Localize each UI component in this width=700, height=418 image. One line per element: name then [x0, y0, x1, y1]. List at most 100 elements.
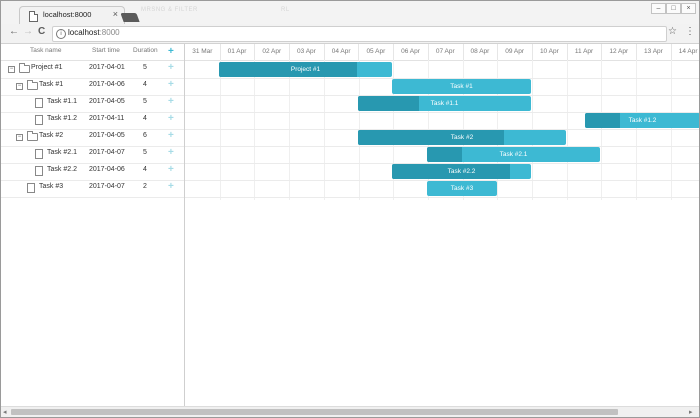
scroll-right-icon[interactable]: ▸: [689, 408, 693, 416]
grid-header: Task name Start time Duration +: [1, 44, 184, 61]
title-bar: localhost:8000 × MRSNG & FILTER RL – □ ×: [1, 1, 699, 25]
close-window-button[interactable]: ×: [681, 3, 696, 14]
scroll-left-icon[interactable]: ◂: [3, 408, 7, 416]
header-task-name[interactable]: Task name: [30, 47, 61, 54]
bookmark-star-icon[interactable]: ☆: [668, 26, 677, 37]
task-row[interactable]: − Task #1 2017-04-06 4 +: [1, 78, 184, 96]
task-duration: 4: [143, 115, 147, 122]
add-subtask-icon[interactable]: +: [168, 130, 174, 141]
maximize-button[interactable]: □: [666, 3, 681, 14]
add-subtask-icon[interactable]: +: [168, 164, 174, 175]
minimize-button[interactable]: –: [651, 3, 666, 14]
file-icon: [35, 98, 43, 108]
timeline-row: Task #1.1: [185, 95, 699, 113]
task-row[interactable]: − Project #1 2017-04-01 5 +: [1, 61, 184, 79]
address-bar[interactable]: i localhost:8000: [52, 26, 667, 42]
task-duration: 5: [143, 64, 147, 71]
info-icon[interactable]: i: [56, 29, 66, 39]
tab-title: localhost:8000: [43, 10, 92, 19]
scale-date: 01 Apr: [220, 44, 256, 60]
task-bar-label: Task #2: [450, 134, 474, 141]
collapse-toggle-icon[interactable]: −: [16, 134, 23, 141]
timeline-row: Task #1: [185, 78, 699, 96]
task-duration: 4: [143, 81, 147, 88]
task-bar-label: Task #2.1: [499, 151, 528, 158]
timeline: 31 Mar 01 Apr 02 Apr 03 Apr 04 Apr 05 Apr 06 A…: [185, 44, 699, 406]
scale-date: 04 Apr: [324, 44, 360, 60]
new-tab-button[interactable]: [120, 13, 140, 22]
task-bar[interactable]: Task #2: [358, 130, 566, 145]
collapse-toggle-icon[interactable]: −: [16, 83, 23, 90]
page-icon: [29, 11, 38, 22]
horizontal-scrollbar[interactable]: ◂ ▸: [1, 406, 699, 417]
header-duration[interactable]: Duration: [133, 47, 158, 54]
timeline-row: Task #2.1: [185, 146, 699, 164]
reload-icon[interactable]: C: [38, 26, 45, 37]
back-arrow-icon[interactable]: ←: [9, 26, 19, 37]
task-duration: 5: [143, 149, 147, 156]
header-start-time[interactable]: Start time: [92, 47, 120, 54]
task-grid: Task name Start time Duration + − Project…: [1, 44, 185, 406]
task-bar[interactable]: Task #1.2: [585, 113, 699, 128]
task-name: Project #1: [31, 64, 63, 71]
scrollbar-thumb[interactable]: [11, 409, 618, 415]
task-name: Task #2.2: [47, 166, 77, 173]
task-bar[interactable]: Task #1: [392, 79, 531, 94]
timeline-scale: 31 Mar 01 Apr 02 Apr 03 Apr 04 Apr 05 Apr 06 A…: [185, 44, 699, 61]
task-duration: 4: [143, 166, 147, 173]
task-bar[interactable]: Task #2.2: [392, 164, 531, 179]
timeline-row: Task #3: [185, 180, 699, 198]
task-start-time: 2017-04-06: [89, 81, 125, 88]
task-bar[interactable]: Task #1.1: [358, 96, 531, 111]
scale-date: 11 Apr: [567, 44, 603, 60]
file-icon: [27, 183, 35, 193]
task-row[interactable]: Task #3 2017-04-07 2 +: [1, 180, 184, 198]
add-subtask-icon[interactable]: +: [168, 79, 174, 90]
scale-date: 02 Apr: [254, 44, 291, 60]
task-row[interactable]: Task #2.1 2017-04-07 5 +: [1, 146, 184, 164]
timeline-row: Task #2.2: [185, 163, 699, 181]
task-bar[interactable]: Task #3: [427, 181, 497, 196]
browser-toolbar: ← → C i localhost:8000 ☆ ⋮: [1, 24, 699, 44]
task-duration: 2: [143, 183, 147, 190]
ghost-text-right: RL: [281, 7, 290, 13]
task-name: Task #1: [39, 81, 64, 88]
add-subtask-icon[interactable]: +: [168, 147, 174, 158]
task-row[interactable]: Task #2.2 2017-04-06 4 +: [1, 163, 184, 181]
task-name: Task #2.1: [47, 149, 77, 156]
task-duration: 6: [143, 132, 147, 139]
timeline-row: Task #1.2: [185, 112, 699, 130]
add-task-button[interactable]: +: [168, 44, 174, 60]
task-name: Task #3: [39, 183, 64, 190]
scale-date: 14 Apr: [671, 44, 699, 60]
task-start-time: 2017-04-07: [89, 149, 125, 156]
scale-date: 08 Apr: [463, 44, 499, 60]
scale-date: 31 Mar: [185, 44, 221, 60]
task-row[interactable]: Task #1.1 2017-04-05 5 +: [1, 95, 184, 113]
menu-icon[interactable]: ⋮: [685, 26, 695, 37]
task-row[interactable]: Task #1.2 2017-04-11 4 +: [1, 112, 184, 130]
add-subtask-icon[interactable]: +: [168, 181, 174, 192]
url-text: localhost:8000: [68, 28, 120, 37]
task-bar[interactable]: Task #2.1: [427, 147, 600, 162]
add-subtask-icon[interactable]: +: [168, 96, 174, 107]
scale-date: 03 Apr: [289, 44, 325, 60]
task-bar-label: Task #1.2: [628, 117, 657, 124]
task-bar-label: Task #1: [450, 83, 473, 90]
task-start-time: 2017-04-07: [89, 183, 125, 190]
add-subtask-icon[interactable]: +: [168, 62, 174, 73]
collapse-toggle-icon[interactable]: −: [8, 66, 15, 73]
browser-tab[interactable]: localhost:8000 ×: [19, 6, 125, 25]
scale-date: 09 Apr: [497, 44, 533, 60]
file-icon: [35, 149, 43, 159]
ghost-text-left: MRSNG & FILTER: [141, 7, 198, 13]
close-tab-icon[interactable]: ×: [113, 9, 118, 19]
forward-arrow-icon[interactable]: →: [23, 26, 33, 37]
task-bar[interactable]: Project #1: [219, 62, 392, 77]
add-subtask-icon[interactable]: +: [168, 113, 174, 124]
scale-date: 10 Apr: [532, 44, 568, 60]
task-name: Task #1.1: [47, 98, 77, 105]
task-bar-label: Task #2.2: [447, 168, 476, 175]
task-start-time: 2017-04-01: [89, 64, 125, 71]
task-row[interactable]: − Task #2 2017-04-05 6 +: [1, 129, 184, 147]
